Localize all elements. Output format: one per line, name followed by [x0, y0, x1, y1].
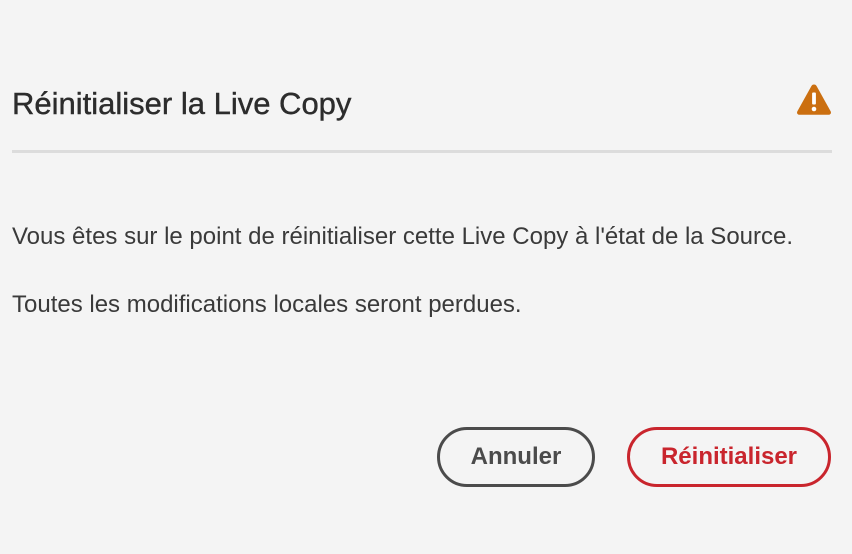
dialog-message-line-1: Vous êtes sur le point de réinitialiser …	[12, 223, 794, 250]
dialog-title: Réinitialiser la Live Copy	[12, 86, 352, 121]
reset-button[interactable]: Réinitialiser	[627, 427, 831, 487]
cancel-button[interactable]: Annuler	[437, 427, 595, 487]
dialog-message-line-2: Toutes les modifications locales seront …	[12, 291, 522, 318]
reset-live-copy-dialog: Réinitialiser la Live Copy Vous êtes sur…	[0, 0, 852, 554]
dialog-body: Vous êtes sur le point de réinitialiser …	[12, 218, 842, 324]
dialog-header: Réinitialiser la Live Copy	[12, 78, 832, 130]
alert-triangle-icon	[796, 82, 832, 116]
header-divider	[12, 150, 832, 153]
